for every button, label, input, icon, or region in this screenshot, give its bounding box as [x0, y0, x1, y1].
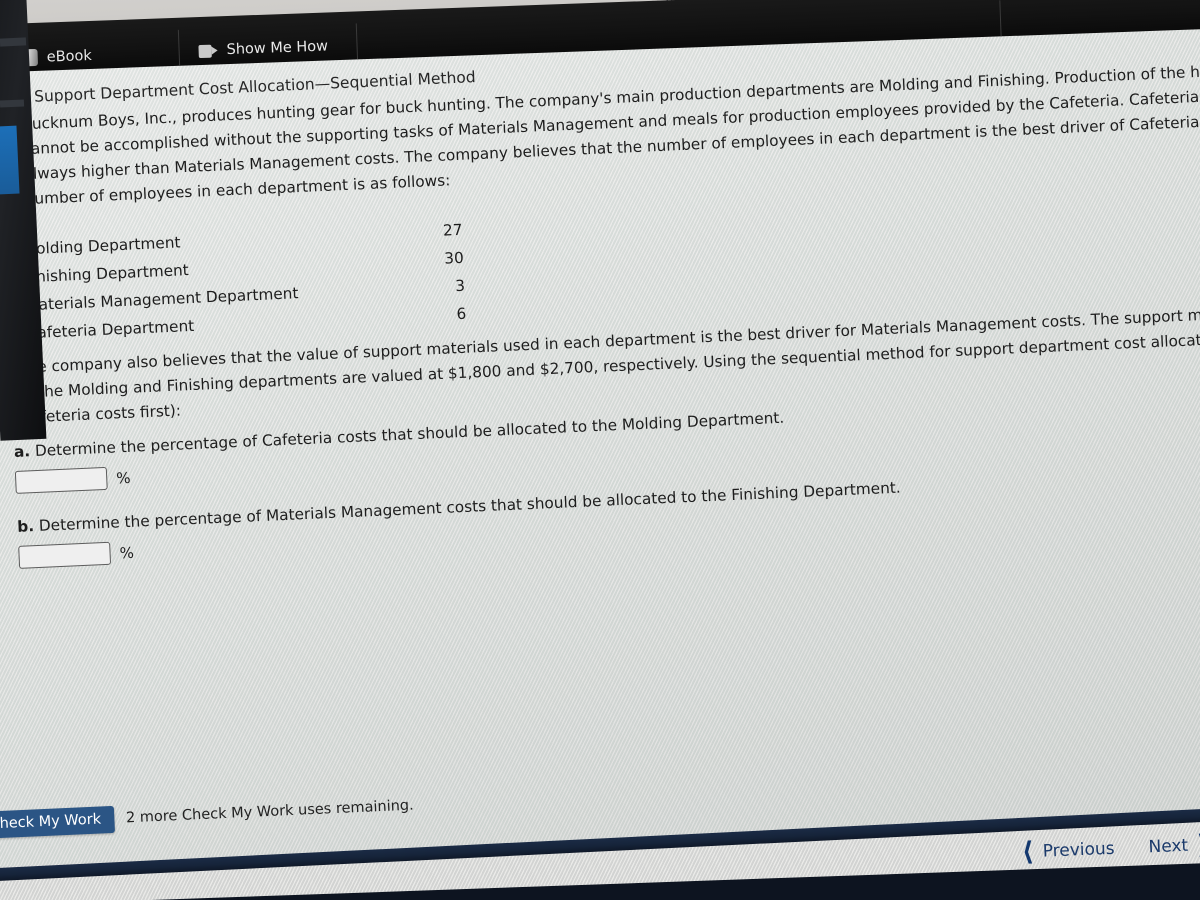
next-button[interactable]: Next ⟩ — [1148, 829, 1200, 861]
bezel-highlight — [0, 99, 25, 108]
chevron-left-icon: ⟨ — [1021, 836, 1035, 868]
employee-count: 6 — [456, 304, 467, 324]
show-me-how-label: Show Me How — [226, 38, 329, 59]
toolbar-separator — [177, 29, 181, 66]
employee-count-table: Molding Department 27 Finishing Departme… — [23, 221, 468, 352]
ebook-label: eBook — [46, 47, 93, 66]
toolbar-separator — [999, 0, 1002, 37]
answer-input-b[interactable] — [18, 541, 112, 569]
previous-button[interactable]: ⟨ Previous — [1021, 836, 1115, 868]
percent-label-a: % — [115, 468, 131, 487]
problem-paragraph-1: Bucknum Boys, Inc., produces hunting gea… — [21, 58, 1200, 209]
question-a-label: a. — [13, 442, 31, 461]
show-me-how-button[interactable]: Show Me How — [198, 38, 328, 59]
employee-count: 30 — [443, 248, 465, 268]
background-window-strip — [0, 125, 20, 195]
previous-button-label: Previous — [1042, 838, 1115, 862]
courseware-page: Support Department Cost Allocation—Seque… — [0, 2, 1200, 876]
video-camera-icon — [198, 44, 217, 58]
question-b-label: b. — [16, 517, 35, 536]
employee-count: 27 — [442, 220, 463, 240]
answer-input-a[interactable] — [14, 466, 108, 494]
percent-label-b: % — [119, 543, 135, 562]
toolbar-separator — [355, 23, 359, 60]
next-button-label: Next — [1148, 835, 1189, 858]
chevron-right-icon: ⟩ — [1196, 829, 1200, 861]
bezel-highlight — [0, 37, 27, 47]
check-my-work-note: 2 more Check My Work uses remaining. — [125, 797, 415, 827]
ebook-button[interactable]: eBook — [22, 47, 93, 67]
check-my-work-button[interactable]: Check My Work — [0, 805, 115, 839]
photo-of-screen: Support Department Cost Allocation—Seque… — [0, 0, 1200, 900]
employee-count: 3 — [454, 276, 466, 296]
